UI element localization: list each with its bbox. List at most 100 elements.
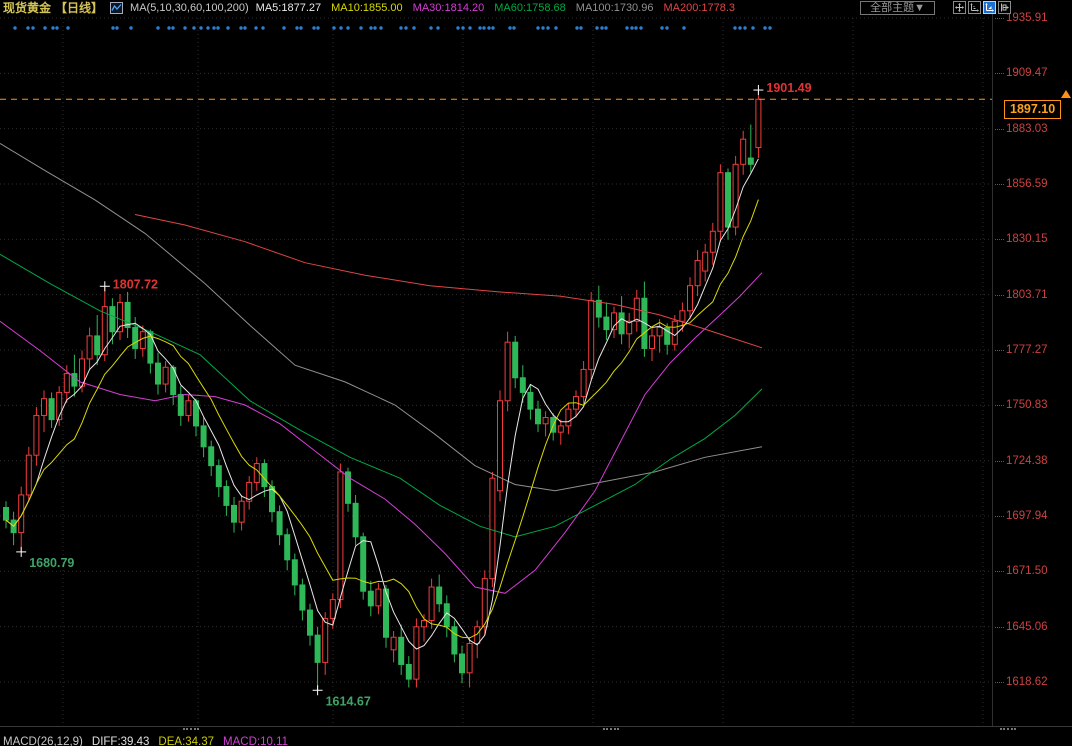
chart-period[interactable]: 【日线】 bbox=[55, 0, 103, 16]
candle bbox=[239, 495, 244, 531]
event-marker-dot bbox=[461, 26, 464, 29]
ma-parameters-label: MA(5,10,30,60,100,200) bbox=[130, 2, 249, 14]
axis-tick-label: 1777.27 bbox=[1006, 344, 1048, 356]
ma-legend-item: MA100:1730.96 bbox=[576, 2, 654, 14]
candle bbox=[125, 292, 130, 338]
candle bbox=[634, 290, 639, 332]
event-marker-dot bbox=[379, 26, 382, 29]
event-marker-dot bbox=[13, 26, 16, 29]
candle bbox=[589, 292, 594, 380]
candle bbox=[596, 286, 601, 328]
event-marker-dot bbox=[575, 26, 578, 29]
candle bbox=[505, 332, 510, 412]
event-marker-dot bbox=[478, 26, 481, 29]
price-annotation: 1807.72 bbox=[113, 277, 158, 291]
candle bbox=[748, 125, 753, 173]
candle bbox=[551, 413, 556, 440]
trading-app-window: 现货黄金 【日线】 MA(5,10,30,60,100,200) MA5:187… bbox=[0, 0, 1072, 746]
candle bbox=[627, 313, 632, 349]
event-marker-dot bbox=[31, 26, 34, 29]
event-marker-dot bbox=[206, 26, 209, 29]
candle bbox=[460, 646, 465, 684]
candle bbox=[581, 361, 586, 405]
candle bbox=[376, 583, 381, 614]
candle bbox=[49, 392, 54, 428]
event-marker-dot bbox=[226, 26, 229, 29]
divider-handle-dots[interactable] bbox=[603, 728, 619, 730]
crosshair-move-icon[interactable] bbox=[953, 1, 966, 14]
pane-divider[interactable] bbox=[0, 726, 1072, 727]
candle bbox=[300, 579, 305, 621]
event-marker-dot bbox=[66, 26, 69, 29]
event-marker-dot bbox=[26, 26, 29, 29]
event-marker-dot bbox=[312, 26, 315, 29]
candle bbox=[346, 468, 351, 512]
axis-tick-label: 1697.94 bbox=[1006, 510, 1048, 522]
event-marker-dot bbox=[604, 26, 607, 29]
axis-tick-label: 1645.06 bbox=[1006, 621, 1048, 633]
candle bbox=[209, 441, 214, 477]
event-marker-dot bbox=[243, 26, 246, 29]
event-marker-dot bbox=[171, 26, 174, 29]
scale-axis-icon[interactable] bbox=[968, 1, 981, 14]
event-marker-dot bbox=[129, 26, 132, 29]
event-marker-dot bbox=[399, 26, 402, 29]
price-axis[interactable]: 1935.911909.471883.031856.591830.151803.… bbox=[992, 14, 1072, 726]
candle bbox=[688, 277, 693, 319]
divider-handle-dots[interactable] bbox=[183, 728, 199, 730]
pan-to-latest-icon[interactable] bbox=[998, 1, 1011, 14]
candle bbox=[498, 390, 503, 501]
ma-legend-item: MA5:1877.27 bbox=[256, 2, 321, 14]
event-marker-dot bbox=[536, 26, 539, 29]
event-marker-dot bbox=[546, 26, 549, 29]
axis-tick-label: 1856.59 bbox=[1006, 178, 1048, 190]
candle bbox=[368, 581, 373, 617]
candle bbox=[64, 365, 69, 403]
event-marker-dot bbox=[299, 26, 302, 29]
event-marker-dot bbox=[373, 26, 376, 29]
candle bbox=[703, 244, 708, 282]
candle bbox=[308, 604, 313, 646]
event-marker-dot bbox=[339, 26, 342, 29]
candle bbox=[695, 250, 700, 296]
candle bbox=[391, 631, 396, 662]
event-marker-dot bbox=[733, 26, 736, 29]
event-marker-dot bbox=[111, 26, 114, 29]
all-themes-button[interactable]: 全部主题▼ bbox=[860, 1, 935, 15]
axis-tick-label: 1830.15 bbox=[1006, 233, 1048, 245]
candle bbox=[292, 554, 297, 596]
event-marker-dot bbox=[212, 26, 215, 29]
ma-legend-item: MA30:1814.20 bbox=[413, 2, 485, 14]
candle bbox=[612, 307, 617, 338]
event-marker-dot bbox=[359, 26, 362, 29]
scale-axis-active-icon[interactable] bbox=[983, 1, 996, 14]
candle bbox=[26, 447, 31, 501]
candle bbox=[733, 156, 738, 236]
event-marker-dot bbox=[261, 26, 264, 29]
event-marker-dot bbox=[491, 26, 494, 29]
candle bbox=[232, 497, 237, 533]
candle bbox=[42, 390, 47, 432]
candle bbox=[467, 637, 472, 687]
candle bbox=[11, 512, 16, 545]
candle bbox=[102, 286, 107, 361]
event-marker-dot bbox=[199, 26, 202, 29]
axis-tick-label: 1618.62 bbox=[1006, 676, 1048, 688]
candle bbox=[353, 495, 358, 545]
divider-handle-dots[interactable] bbox=[1000, 728, 1016, 730]
symbol-name: 现货黄金 bbox=[3, 0, 51, 16]
event-marker-dot bbox=[429, 26, 432, 29]
candle bbox=[384, 585, 389, 648]
candle bbox=[513, 336, 518, 388]
candlestick-chart[interactable]: 1901.491807.721680.791614.67 bbox=[0, 14, 992, 726]
candle bbox=[642, 281, 647, 356]
event-marker-dot bbox=[763, 26, 766, 29]
candle bbox=[4, 501, 9, 528]
candle bbox=[475, 621, 480, 659]
candle bbox=[285, 528, 290, 570]
event-marker-dot bbox=[316, 26, 319, 29]
line-chart-icon bbox=[110, 2, 123, 14]
candle bbox=[718, 164, 723, 241]
event-marker-dot bbox=[332, 26, 335, 29]
event-marker-dot bbox=[579, 26, 582, 29]
